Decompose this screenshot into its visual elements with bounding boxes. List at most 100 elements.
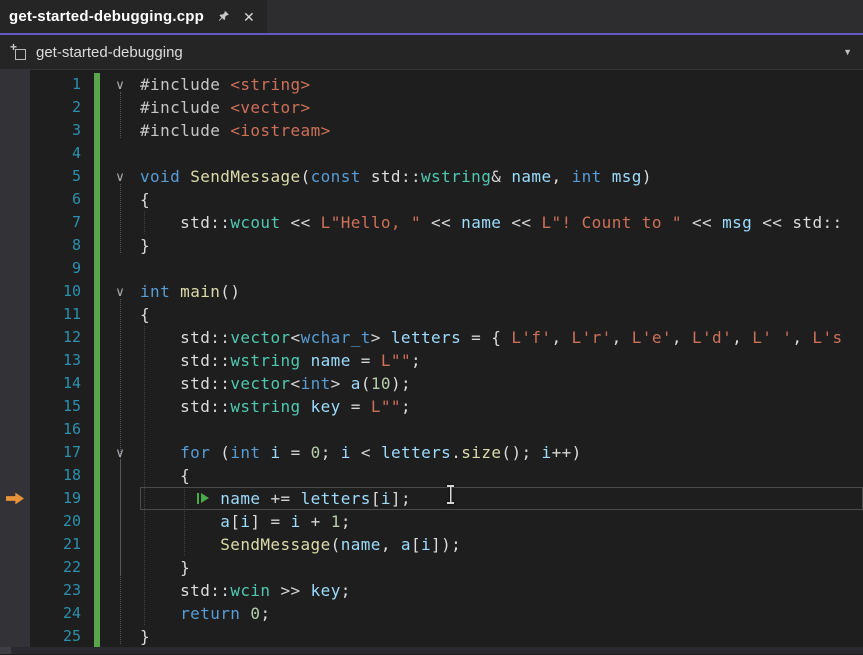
code-line-4[interactable]: 4 [0,142,863,165]
horizontal-scrollbar[interactable] [0,647,863,654]
code-lines: 1∨#include <string>2#include <vector>3#i… [0,73,863,648]
line-number: 18 [30,464,94,487]
line-number: 4 [30,142,94,165]
code-text[interactable]: { [140,303,863,326]
code-text[interactable]: } [140,234,863,257]
code-line-20[interactable]: 20 a[i] = i + 1; [0,510,863,533]
code-line-15[interactable]: 15 std::wstring key = L""; [0,395,863,418]
code-line-24[interactable]: 24 return 0; [0,602,863,625]
line-number: 22 [30,556,94,579]
code-line-2[interactable]: 2 #include <vector> [0,96,863,119]
line-number: 5 [30,165,94,188]
code-line-18[interactable]: 18 { [0,464,863,487]
fold-column [100,395,140,418]
code-text[interactable] [140,257,863,280]
code-text[interactable]: std::wstring key = L""; [140,395,863,418]
fold-column [100,556,140,579]
fold-column [100,326,140,349]
code-text[interactable]: { [140,188,863,211]
code-line-3[interactable]: 3 #include <iostream> [0,119,863,142]
fold-collapse-icon[interactable]: ∨ [100,280,140,303]
tab-get-started-debugging[interactable]: get-started-debugging.cpp ✕ [0,0,267,33]
fold-column [100,119,140,142]
scope-dropdown[interactable]: get-started-debugging [36,44,183,61]
fold-column [100,625,140,648]
line-number: 10 [30,280,94,303]
fold-collapse-icon[interactable]: ∨ [100,441,140,464]
fold-column [100,533,140,556]
code-text[interactable]: std::vector<wchar_t> letters = { L'f', L… [140,326,863,349]
code-line-16[interactable]: 16 [0,418,863,441]
code-text[interactable]: int main() [140,280,863,303]
code-text[interactable]: #include <vector> [140,96,863,119]
code-line-22[interactable]: 22 } [0,556,863,579]
code-text[interactable]: void SendMessage(const std::wstring& nam… [140,165,863,188]
line-number: 9 [30,257,94,280]
line-number: 24 [30,602,94,625]
line-number: 3 [30,119,94,142]
code-line-21[interactable]: 21 SendMessage(name, a[i]); [0,533,863,556]
line-number: 19 [30,487,94,510]
close-icon[interactable]: ✕ [243,10,255,24]
code-text[interactable]: #include <string> [140,73,863,96]
code-text[interactable]: std::wcout << L"Hello, " << name << L"! … [140,211,863,234]
pin-icon[interactable] [217,10,230,23]
code-line-8[interactable]: 8} [0,234,863,257]
code-text[interactable]: } [140,625,863,648]
code-line-6[interactable]: 6{ [0,188,863,211]
code-line-10[interactable]: 10 ∨int main() [0,280,863,303]
line-number: 17 [30,441,94,464]
code-line-23[interactable]: 23 std::wcin >> key; [0,579,863,602]
fold-column [100,211,140,234]
code-line-5[interactable]: 5 ∨void SendMessage(const std::wstring& n… [0,165,863,188]
line-number: 12 [30,326,94,349]
code-text[interactable]: std::vector<int> a(10); [140,372,863,395]
line-number: 25 [30,625,94,648]
code-text[interactable]: a[i] = i + 1; [140,510,863,533]
code-line-19[interactable]: 19 name += letters[i]; [0,487,863,510]
code-text[interactable]: #include <iostream> [140,119,863,142]
line-number: 11 [30,303,94,326]
code-line-14[interactable]: 14 std::vector<int> a(10); [0,372,863,395]
scrollbar-corner [0,647,11,654]
chevron-down-icon[interactable]: ▼ [843,47,852,57]
code-line-1[interactable]: 1 ∨#include <string> [0,73,863,96]
code-text[interactable] [140,418,863,441]
line-number: 21 [30,533,94,556]
fold-column [100,464,140,487]
code-line-13[interactable]: 13 std::wstring name = L""; [0,349,863,372]
code-text[interactable] [140,142,863,165]
line-number: 1 [30,73,94,96]
line-number: 2 [30,96,94,119]
line-number: 16 [30,418,94,441]
code-text[interactable]: std::wcin >> key; [140,579,863,602]
fold-collapse-icon[interactable]: ∨ [100,165,140,188]
fold-column [100,372,140,395]
line-number: 8 [30,234,94,257]
mouse-ibeam-cursor [446,485,455,504]
code-text[interactable]: } [140,556,863,579]
code-text[interactable]: name += letters[i]; [140,487,863,510]
fold-collapse-icon[interactable]: ∨ [100,73,140,96]
fold-column [100,349,140,372]
navigation-bar: + get-started-debugging ▼ [0,35,863,70]
code-line-7[interactable]: 7 std::wcout << L"Hello, " << name << L"… [0,211,863,234]
code-text[interactable]: { [140,464,863,487]
code-line-12[interactable]: 12 std::vector<wchar_t> letters = { L'f'… [0,326,863,349]
fold-column [100,602,140,625]
code-line-11[interactable]: 11 { [0,303,863,326]
fold-column [100,487,140,510]
line-number: 20 [30,510,94,533]
run-to-click-icon[interactable] [197,493,210,504]
editor-surface[interactable]: 1∨#include <string>2#include <vector>3#i… [0,70,863,654]
code-line-25[interactable]: 25} [0,625,863,648]
code-line-17[interactable]: 17 ∨ for (int i = 0; i < letters.size(); … [0,441,863,464]
line-number: 15 [30,395,94,418]
code-text[interactable]: return 0; [140,602,863,625]
code-line-9[interactable]: 9 [0,257,863,280]
fold-column [100,418,140,441]
code-text[interactable]: SendMessage(name, a[i]); [140,533,863,556]
code-text[interactable]: for (int i = 0; i < letters.size(); i++) [140,441,863,464]
code-text[interactable]: std::wstring name = L""; [140,349,863,372]
fold-column [100,96,140,119]
